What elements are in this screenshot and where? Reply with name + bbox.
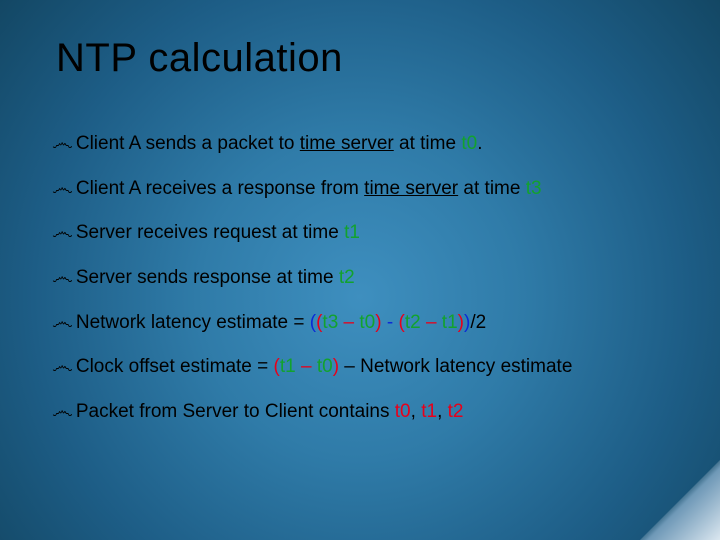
bullet-segment: Clock offset estimate = (76, 356, 274, 377)
bullet-segment: – (338, 312, 359, 333)
bullet-segment: Network latency estimate = (76, 312, 310, 333)
slide: NTP calculation ෴Client A sends a packet… (0, 0, 720, 540)
bullet-segment: – (296, 356, 317, 377)
bullet-text: Client A receives a response from time s… (76, 177, 672, 202)
bullet-segment: t0 (359, 312, 375, 333)
bullet-segment: t1 (421, 401, 437, 422)
bullet-segment: t2 (448, 401, 464, 422)
swirl-bullet-icon: ෴ (52, 221, 73, 243)
slide-content: ෴Client A sends a packet to time server … (52, 132, 672, 445)
page-curl-icon (640, 460, 720, 540)
bullet-segment: Server sends response at time (76, 267, 339, 288)
bullet-segment: at time (394, 133, 462, 154)
bullet-text: Packet from Server to Client contains t0… (76, 400, 672, 425)
bullet-segment: , (411, 401, 422, 422)
bullet-text: Clock offset estimate = (t1 – t0) – Netw… (76, 355, 672, 380)
swirl-bullet-icon: ෴ (52, 266, 73, 288)
bullet-segment: Client A receives a response from (76, 178, 364, 199)
bullet-segment: – Network latency estimate (339, 356, 572, 377)
bullet-segment: t1 (442, 312, 458, 333)
bullet-item: ෴Server receives request at time t1 (52, 221, 672, 246)
bullet-segment: , (437, 401, 448, 422)
bullet-segment: t0 (461, 133, 477, 154)
bullet-segment: t0 (395, 401, 411, 422)
bullet-item: ෴Network latency estimate = ((t3 – t0) -… (52, 311, 672, 336)
bullet-text: Network latency estimate = ((t3 – t0) - … (76, 311, 672, 336)
bullet-segment: t2 (405, 312, 421, 333)
swirl-bullet-icon: ෴ (52, 355, 73, 377)
bullet-segment: time server (364, 178, 458, 199)
bullet-segment: at time (458, 178, 526, 199)
bullet-text: Server receives request at time t1 (76, 221, 672, 246)
bullet-segment: time server (300, 133, 394, 154)
bullet-text: Client A sends a packet to time server a… (76, 132, 672, 157)
bullet-item: ෴Client A sends a packet to time server … (52, 132, 672, 157)
bullet-text: Server sends response at time t2 (76, 266, 672, 291)
bullet-segment: . (477, 133, 482, 154)
bullet-segment: t1 (280, 356, 296, 377)
bullet-item: ෴Client A receives a response from time … (52, 177, 672, 202)
slide-title: NTP calculation (56, 36, 343, 81)
bullet-segment: t3 (526, 178, 542, 199)
bullet-segment: t0 (317, 356, 333, 377)
bullet-segment: Packet from Server to Client contains (76, 401, 395, 422)
bullet-segment: – (421, 312, 442, 333)
swirl-bullet-icon: ෴ (52, 400, 73, 422)
swirl-bullet-icon: ෴ (52, 177, 73, 199)
bullet-item: ෴Clock offset estimate = (t1 – t0) – Net… (52, 355, 672, 380)
bullet-segment: t1 (344, 222, 360, 243)
bullet-segment: Client A sends a packet to (76, 133, 300, 154)
bullet-segment: /2 (470, 312, 486, 333)
bullet-segment: - (382, 312, 399, 333)
swirl-bullet-icon: ෴ (52, 311, 73, 333)
bullet-segment: Server receives request at time (76, 222, 344, 243)
bullet-segment: t2 (339, 267, 355, 288)
bullet-item: ෴Server sends response at time t2 (52, 266, 672, 291)
bullet-item: ෴Packet from Server to Client contains t… (52, 400, 672, 425)
swirl-bullet-icon: ෴ (52, 132, 73, 154)
bullet-segment: t3 (322, 312, 338, 333)
